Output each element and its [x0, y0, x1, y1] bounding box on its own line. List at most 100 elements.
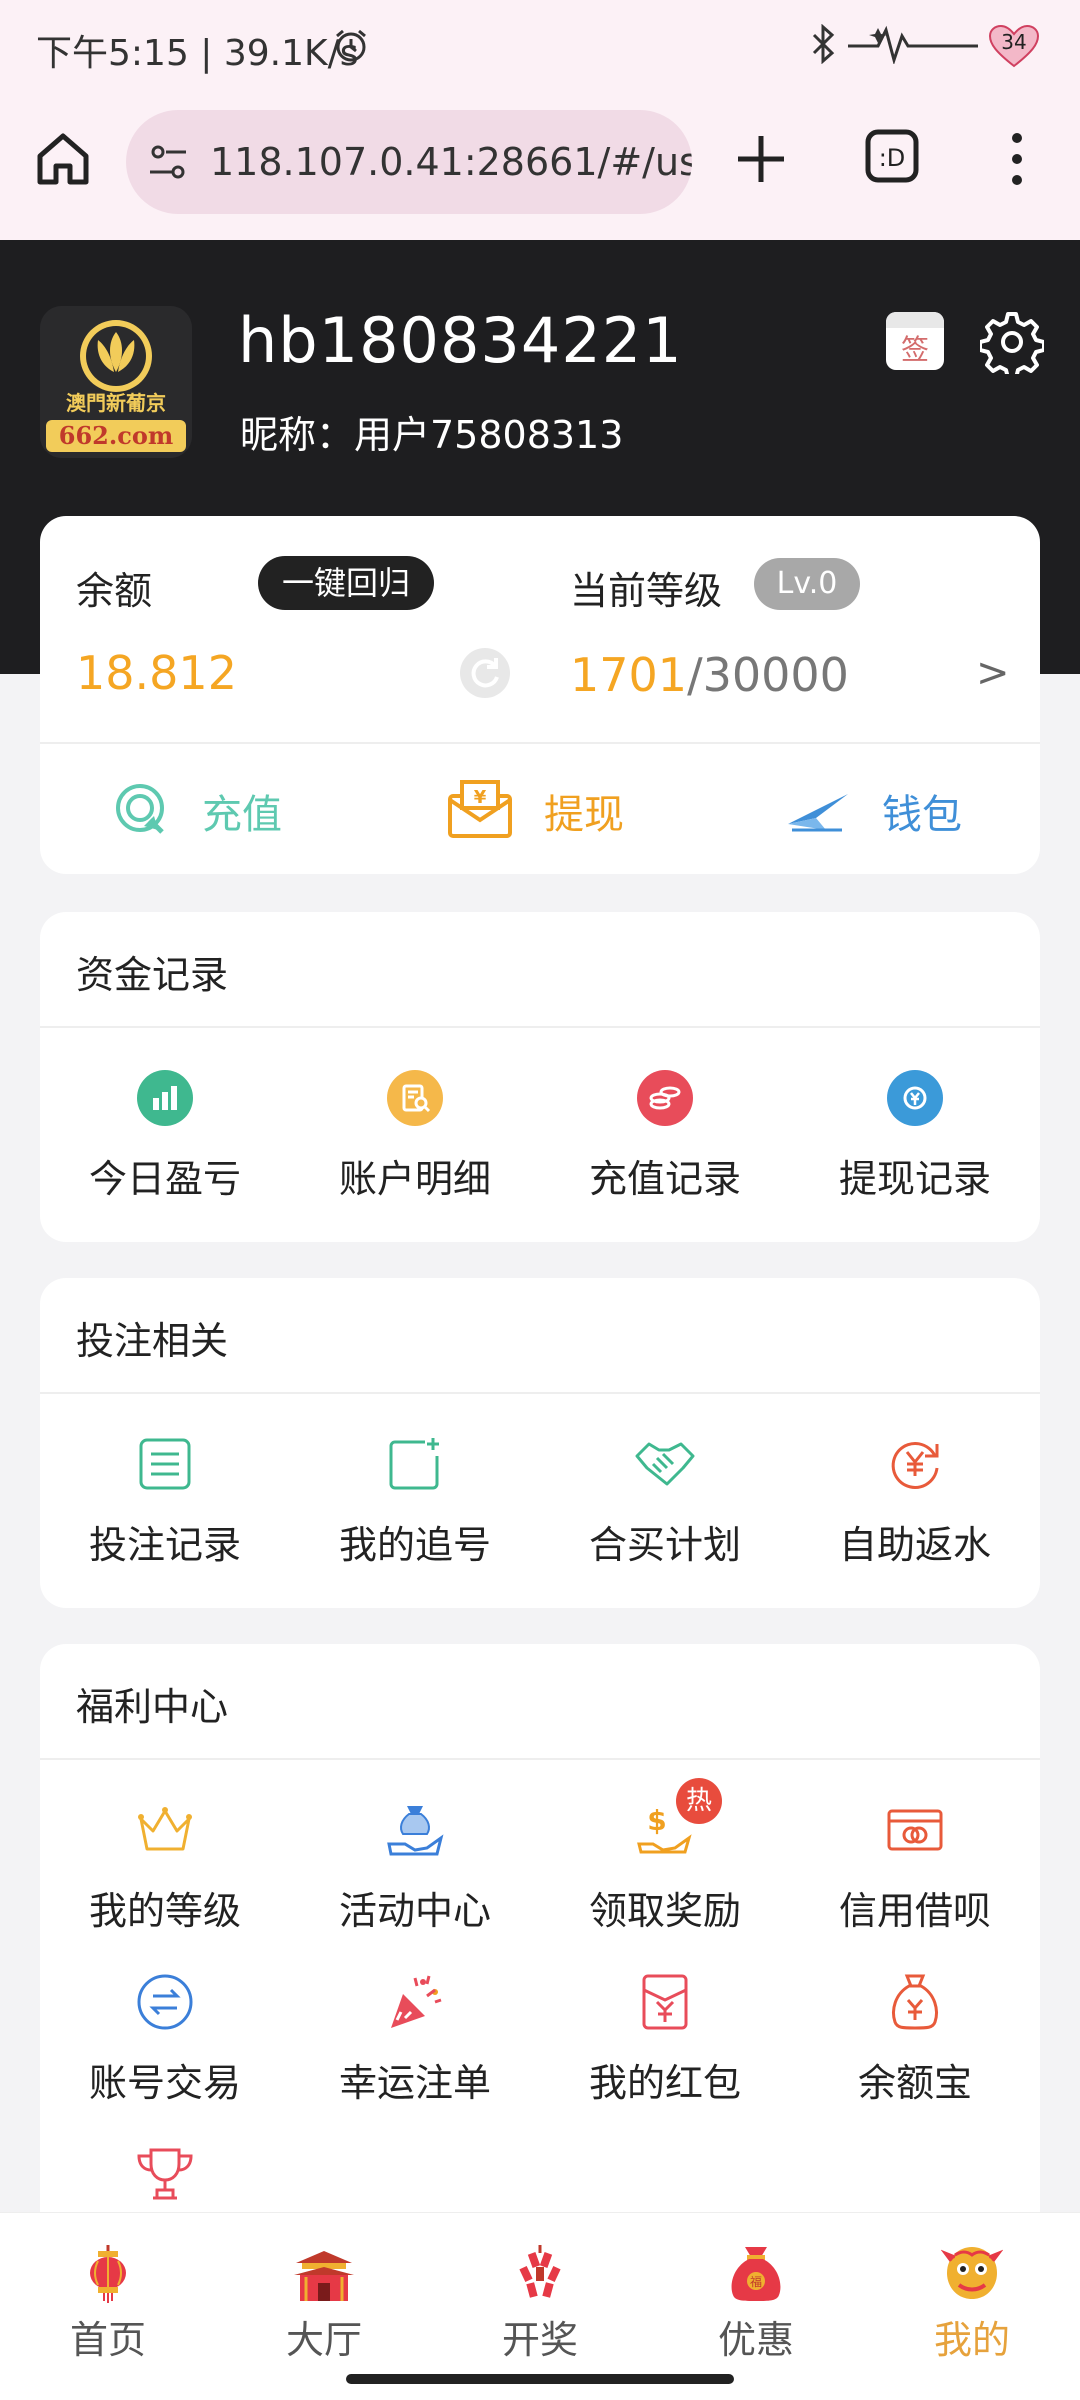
my-red-envelope-item[interactable]: 我的红包	[540, 1970, 790, 2107]
activity-center-item[interactable]: 活动中心	[290, 1798, 540, 1935]
card-divider	[40, 742, 1040, 744]
tab-switcher-icon[interactable]: :D	[862, 126, 922, 186]
dollar-hand-icon: $ 热	[540, 1778, 790, 1862]
heartbeat-icon	[848, 24, 978, 68]
battery-heart-icon: 34	[988, 24, 1040, 68]
wallet-button[interactable]: 钱包	[786, 766, 962, 856]
gesture-handle[interactable]	[346, 2374, 734, 2384]
activity-center-label: 活动中心	[338, 1889, 491, 1933]
one-click-return-button[interactable]: 一键回归	[258, 556, 434, 610]
hot-badge: 热	[676, 1778, 722, 1824]
withdraw-record-item[interactable]: 提现记录	[790, 1066, 1040, 1203]
account-detail-label: 账户明细	[338, 1157, 491, 1201]
nickname: 昵称：用户75808313	[240, 413, 624, 457]
refresh-icon[interactable]	[460, 648, 510, 698]
yuan-exchange-icon	[887, 1070, 943, 1126]
chase-number-item[interactable]: 我的追号	[290, 1432, 540, 1569]
list-icon	[40, 1432, 290, 1496]
today-profit-item[interactable]: 今日盈亏	[40, 1066, 290, 1203]
bottom-nav: 首页 大厅 开奖 福 优惠 我的	[0, 2212, 1080, 2367]
status-bar: 下午5:15 | 39.1K/s 34	[0, 0, 1080, 96]
balance-value: 18.812	[76, 646, 237, 700]
recharge-record-item[interactable]: 充值记录	[540, 1066, 790, 1203]
nav-lobby-label: 大厅	[285, 2318, 362, 2362]
more-menu-icon[interactable]	[1000, 124, 1034, 194]
nav-mine-label: 我的	[933, 2318, 1010, 2362]
level-arrow-icon[interactable]: >	[976, 650, 1010, 696]
claim-reward-item[interactable]: $ 热 领取奖励	[540, 1778, 790, 1935]
svg-text::D: :D	[879, 144, 906, 172]
account-trade-label: 账号交易	[88, 2061, 241, 2105]
balance-card: 余额 一键回归 18.812 当前等级 Lv.0 1701/30000 > 充值…	[40, 516, 1040, 874]
yuan-refresh-icon	[790, 1432, 1040, 1496]
section-divider	[40, 1758, 1040, 1760]
recharge-label: 充值	[202, 792, 282, 838]
my-level-label: 我的等级	[88, 1889, 241, 1933]
nav-mine[interactable]: 我的	[864, 2213, 1080, 2364]
status-icons: 34	[808, 23, 1040, 68]
firecracker-icon	[432, 2213, 648, 2303]
svg-text:$: $	[647, 1804, 666, 1837]
logo-domain: 662.com	[59, 421, 173, 450]
section-divider	[40, 1026, 1040, 1028]
withdraw-button[interactable]: ¥ 提现	[446, 766, 624, 856]
funds-record-card: 资金记录 今日盈亏 账户明细 充值记录 提现记录	[40, 912, 1040, 1242]
credit-loan-item[interactable]: 信用借呗	[790, 1798, 1040, 1935]
welfare-section-title: 福利中心	[76, 1685, 229, 1729]
trophy-icon	[40, 2142, 290, 2206]
recharge-icon	[110, 778, 172, 844]
level-total: /30000	[687, 648, 849, 702]
group-buy-item[interactable]: 合买计划	[540, 1432, 790, 1569]
wallet-icon	[786, 784, 852, 838]
my-level-item[interactable]: 我的等级	[40, 1798, 290, 1935]
level-progress: 1701/30000	[570, 648, 849, 702]
lion-dance-icon	[864, 2213, 1080, 2303]
gift-hand-icon	[290, 1798, 540, 1862]
lantern-icon	[0, 2213, 216, 2303]
coins-icon	[637, 1070, 693, 1126]
palace-icon	[216, 2213, 432, 2303]
account-detail-item[interactable]: 账户明细	[290, 1066, 540, 1203]
self-rebate-item[interactable]: 自助返水	[790, 1432, 1040, 1569]
today-profit-label: 今日盈亏	[88, 1157, 241, 1201]
credit-loan-label: 信用借呗	[838, 1889, 991, 1933]
level-badge: Lv.0	[754, 558, 860, 610]
site-logo: 澳門新葡京 662.com	[40, 306, 192, 458]
add-square-icon	[290, 1432, 540, 1496]
swap-icon	[40, 1970, 290, 2034]
level-label: 当前等级	[570, 569, 723, 613]
bet-record-label: 投注记录	[88, 1523, 241, 1567]
gear-icon[interactable]	[978, 310, 1046, 380]
account-trade-item[interactable]: 账号交易	[40, 1970, 290, 2107]
nav-home[interactable]: 首页	[0, 2213, 216, 2364]
lucky-bag-icon: 福	[648, 2213, 864, 2303]
nav-promo[interactable]: 福 优惠	[648, 2213, 864, 2364]
red-envelope-icon	[540, 1970, 790, 2034]
logo-text: 澳門新葡京	[66, 391, 166, 415]
balance-treasure-item[interactable]: 余额宝	[790, 1970, 1040, 2107]
lucky-bet-label: 幸运注单	[338, 2061, 491, 2105]
new-tab-icon[interactable]	[726, 124, 796, 194]
withdraw-label: 提现	[544, 792, 624, 838]
recharge-button[interactable]: 充值	[110, 766, 282, 856]
section-divider	[40, 1392, 1040, 1394]
withdraw-icon: ¥	[446, 778, 514, 844]
handshake-icon	[540, 1432, 790, 1496]
funds-section-title: 资金记录	[76, 953, 229, 997]
home-icon[interactable]	[30, 126, 96, 192]
bet-record-item[interactable]: 投注记录	[40, 1432, 290, 1569]
recharge-record-label: 充值记录	[588, 1157, 741, 1201]
my-red-envelope-label: 我的红包	[588, 2061, 741, 2105]
lucky-bet-item[interactable]: 幸运注单	[290, 1970, 540, 2107]
nav-home-label: 首页	[69, 2318, 146, 2362]
site-settings-icon[interactable]	[146, 140, 190, 188]
svg-text:¥: ¥	[474, 787, 487, 808]
nav-draw[interactable]: 开奖	[432, 2213, 648, 2364]
nav-promo-label: 优惠	[717, 2318, 794, 2362]
credit-card-icon	[790, 1798, 1040, 1862]
url-text[interactable]: 118.107.0.41:28661/#/user	[210, 140, 692, 184]
sign-in-button[interactable]: 签	[886, 312, 944, 370]
browser-toolbar: 118.107.0.41:28661/#/user :D	[0, 96, 1080, 240]
nav-lobby[interactable]: 大厅	[216, 2213, 432, 2364]
address-bar[interactable]: 118.107.0.41:28661/#/user	[126, 110, 692, 214]
